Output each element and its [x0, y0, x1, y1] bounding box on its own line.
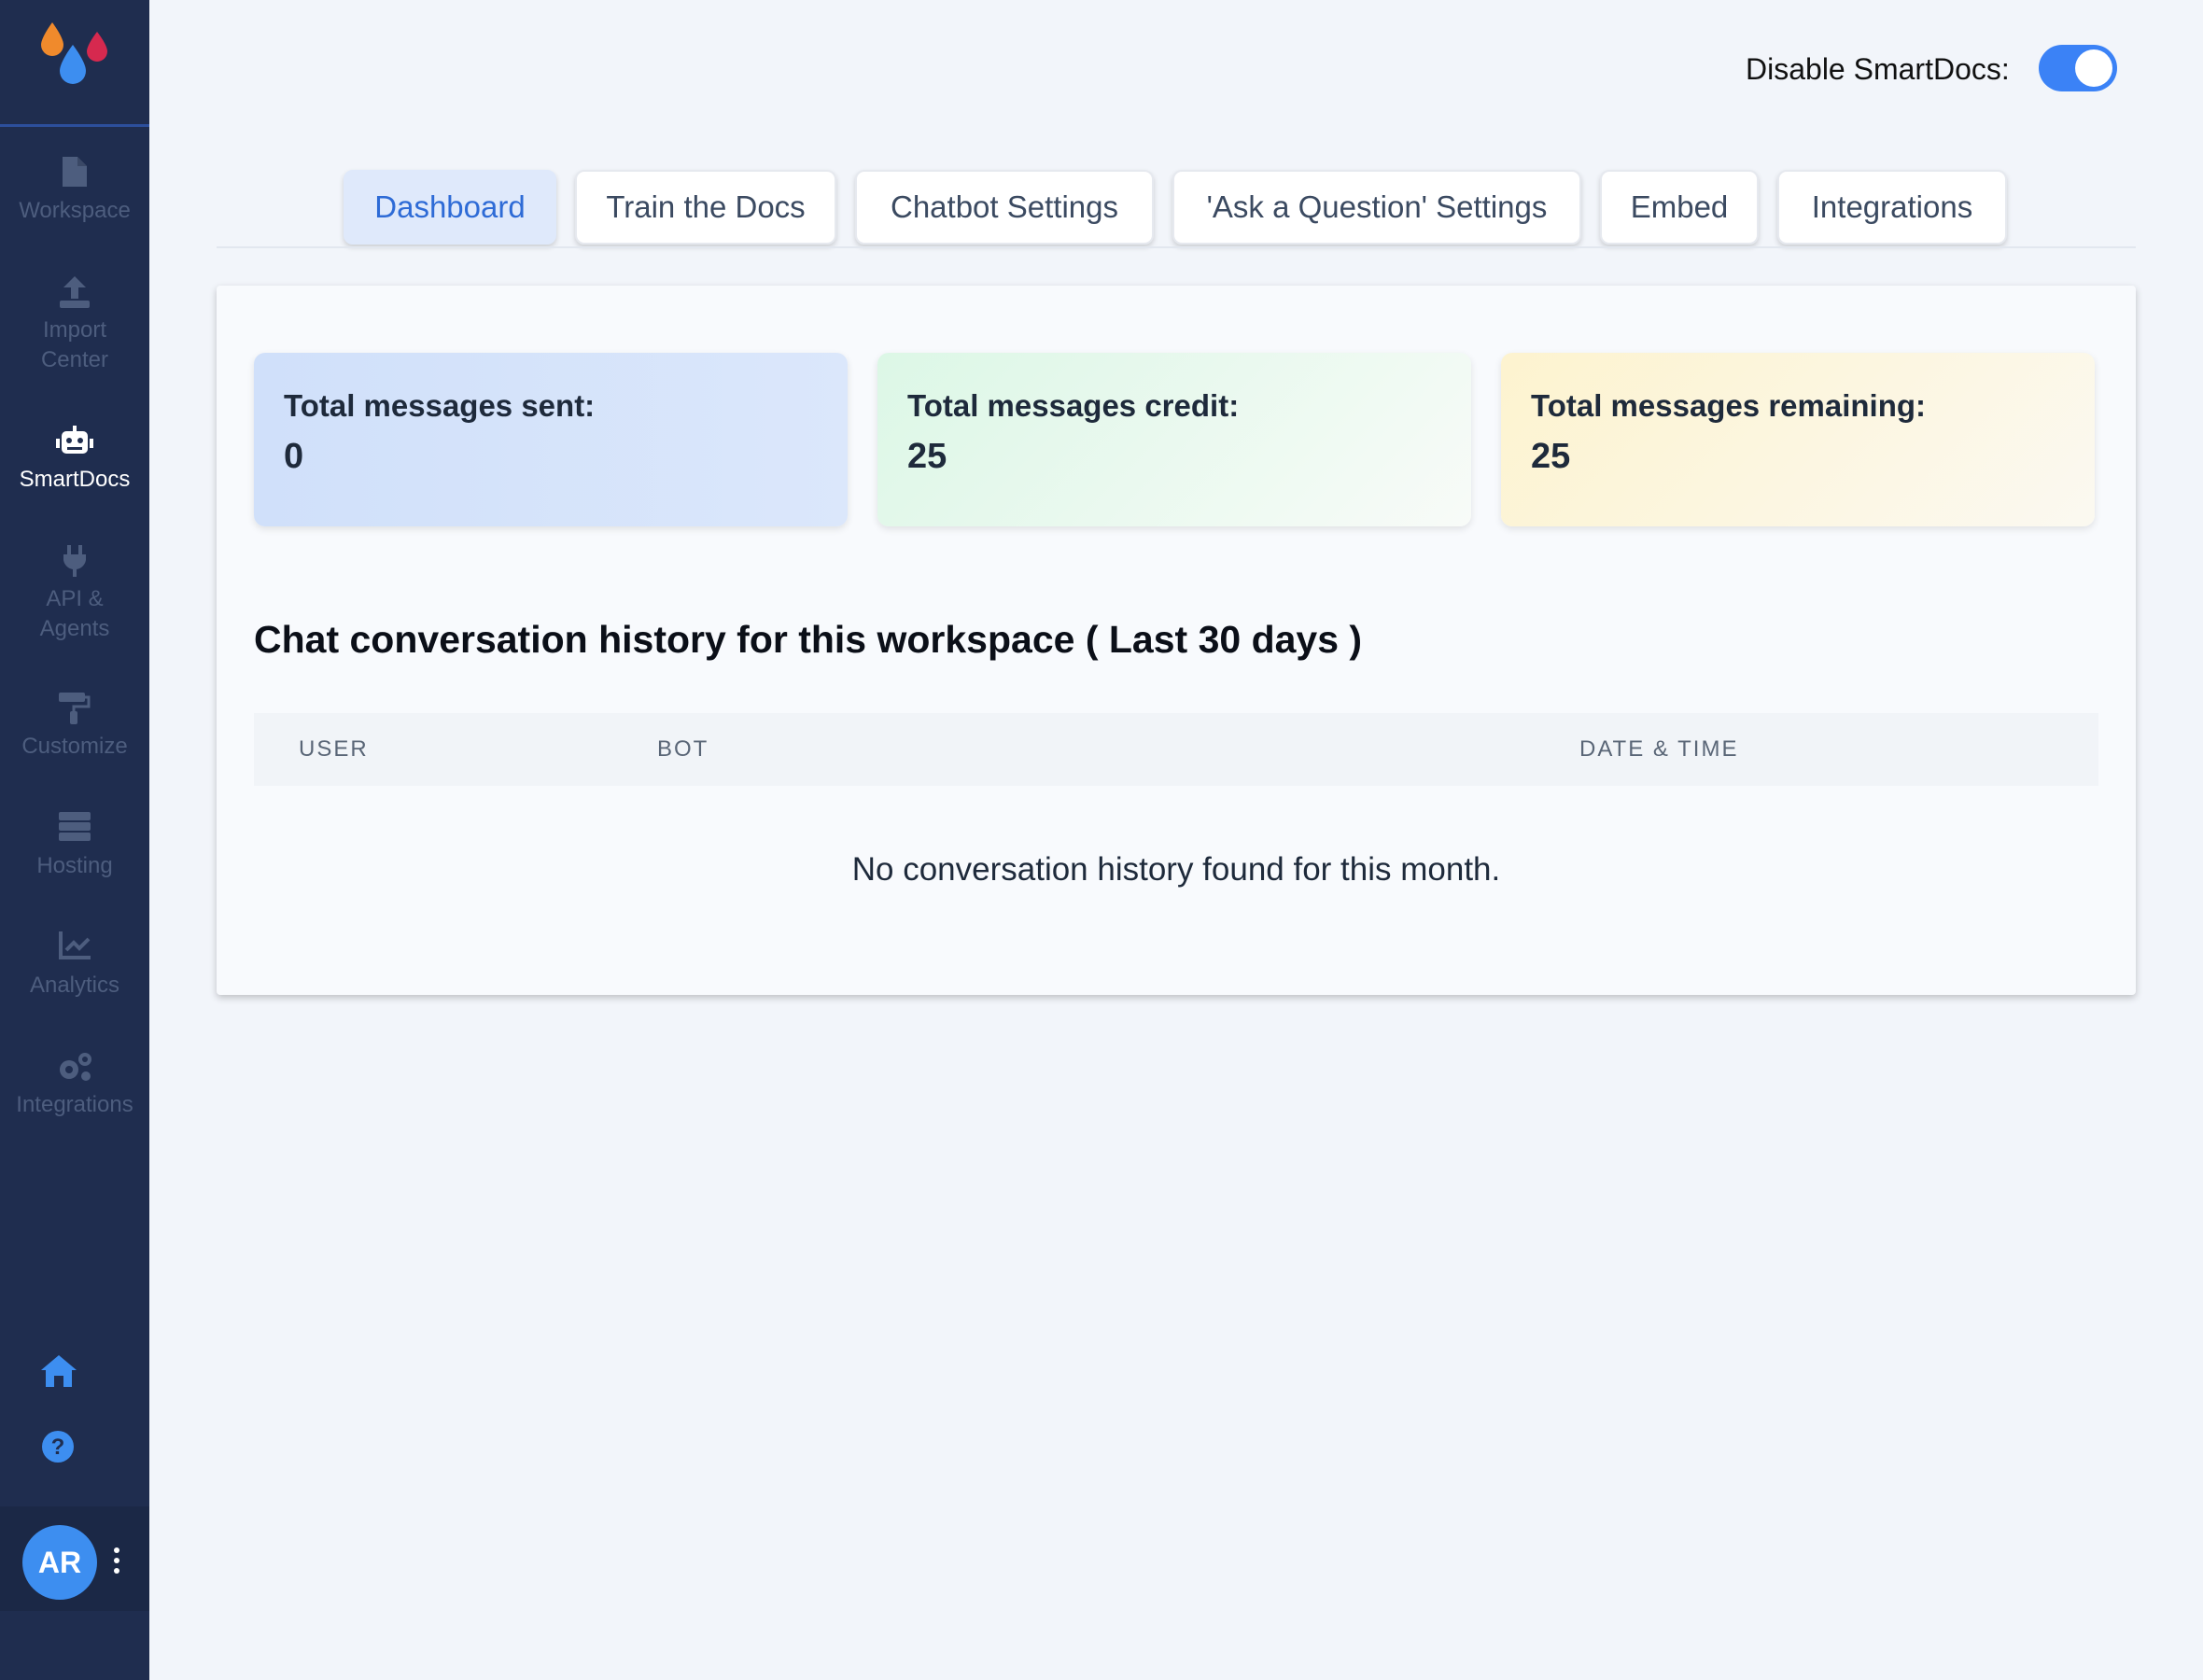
document-icon [0, 157, 149, 190]
stat-value: 25 [1531, 437, 1571, 476]
sidebar-item-label: SmartDocs [19, 467, 131, 492]
sidebar-item-label: Hosting [36, 853, 113, 878]
upload-icon [0, 276, 149, 310]
robot-icon [0, 426, 149, 459]
tab-chatbot-settings[interactable]: Chatbot Settings [855, 170, 1154, 245]
home-icon[interactable] [41, 1355, 78, 1393]
tab-integrations[interactable]: Integrations [1777, 170, 2007, 245]
sidebar-item-integrations[interactable]: Integrations [0, 1051, 149, 1120]
stat-card-messages-remaining: Total messages remaining: 25 [1501, 353, 2095, 526]
tabs-divider [217, 246, 2136, 248]
sidebar-item-label: Workspace [19, 198, 131, 223]
stat-value: 0 [284, 437, 304, 476]
history-title: Chat conversation history for this works… [254, 618, 1363, 661]
stat-label: Total messages remaining: [1531, 388, 1927, 423]
gears-icon [0, 1051, 149, 1085]
sidebar: Workspace Import Center SmartDocs API & … [0, 0, 149, 1680]
tab-train-the-docs[interactable]: Train the Docs [575, 170, 836, 245]
sidebar-item-label: Import Center [40, 317, 109, 372]
sidebar-item-label: Analytics [29, 973, 120, 998]
svg-text:?: ? [51, 1435, 65, 1460]
app-logo[interactable] [0, 0, 149, 127]
column-header-user: USER [299, 736, 369, 762]
sidebar-item-label: Customize [21, 734, 128, 759]
stat-value: 25 [907, 437, 947, 476]
plug-icon [0, 545, 149, 579]
sidebar-item-customize[interactable]: Customize [0, 693, 149, 762]
column-header-bot: BOT [657, 736, 709, 762]
user-menu: AR [0, 1506, 149, 1611]
stat-label: Total messages sent: [284, 388, 596, 423]
disable-smartdocs-toggle[interactable] [2039, 45, 2117, 91]
toggle-knob [2075, 49, 2112, 87]
chart-line-icon [0, 931, 149, 965]
sidebar-item-import-center[interactable]: Import Center [0, 276, 149, 375]
sidebar-item-label: Integrations [16, 1092, 133, 1117]
paint-roller-icon [0, 693, 149, 726]
sidebar-item-analytics[interactable]: Analytics [0, 931, 149, 1001]
sidebar-item-api-agents[interactable]: API & Agents [0, 545, 149, 644]
history-table-header: USER BOT DATE & TIME [254, 713, 2098, 786]
sidebar-item-smartdocs[interactable]: SmartDocs [0, 426, 149, 495]
stat-card-messages-credit: Total messages credit: 25 [877, 353, 1471, 526]
server-icon [0, 812, 149, 846]
sidebar-item-workspace[interactable]: Workspace [0, 157, 149, 226]
tab-embed[interactable]: Embed [1600, 170, 1759, 245]
stat-card-messages-sent: Total messages sent: 0 [254, 353, 848, 526]
empty-history-message: No conversation history found for this m… [851, 851, 1501, 888]
stat-label: Total messages credit: [907, 388, 1240, 423]
sidebar-item-label: API & Agents [39, 586, 110, 641]
dashboard-panel: Total messages sent: 0 Total messages cr… [217, 286, 2136, 995]
disable-smartdocs-label: Disable SmartDocs: [1746, 52, 2010, 86]
column-header-date-time: DATE & TIME [1579, 736, 1739, 762]
help-icon[interactable]: ? [41, 1430, 78, 1467]
tab-dashboard[interactable]: Dashboard [344, 170, 556, 245]
tab-ask-a-question-settings[interactable]: 'Ask a Question' Settings [1172, 170, 1581, 245]
sidebar-item-hosting[interactable]: Hosting [0, 812, 149, 881]
avatar[interactable]: AR [22, 1525, 97, 1600]
more-options-icon[interactable] [114, 1547, 121, 1575]
